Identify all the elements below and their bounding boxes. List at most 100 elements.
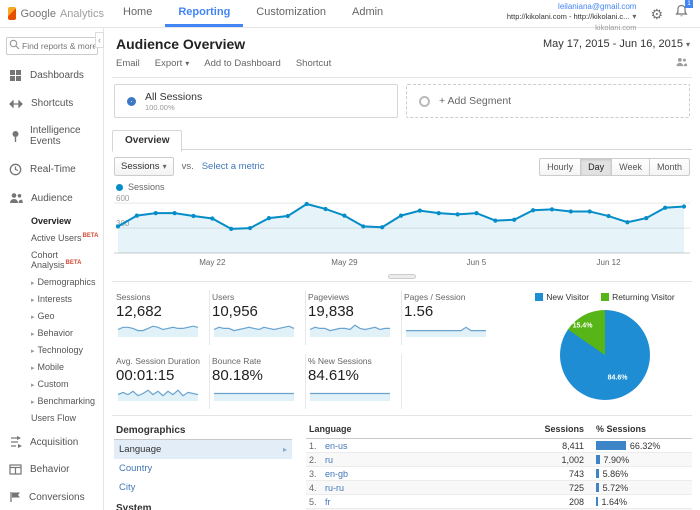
row-rank: 1. (309, 440, 317, 451)
sidebar-collapse-handle[interactable]: ‹ (95, 32, 104, 48)
beta-badge: BETA (65, 259, 82, 266)
metric-card[interactable]: Pageviews 19,838 (306, 290, 402, 345)
row-pct: 5.72% (602, 482, 629, 493)
sidebar-item-acquisition[interactable]: Acquisition (0, 428, 103, 456)
col-language[interactable]: Language (306, 424, 526, 434)
sidebar-item-mobile[interactable]: Mobile (31, 358, 103, 375)
visitor-type-block: New Visitor Returning Visitor 15.4% 84.6… (520, 290, 692, 409)
shortcuts-icon (9, 99, 23, 108)
sidebar-item-conversions[interactable]: Conversions (0, 483, 103, 510)
metric-label: Users (212, 292, 235, 302)
metric-value: 80.18% (212, 367, 263, 384)
sessions-chart[interactable]: 300 600 May 22 May 29 Jun 5 Jun 12 (112, 193, 692, 281)
sidebar-item-behavior[interactable]: Behavior (0, 456, 103, 483)
metric-select-dropdown[interactable]: Sessions (114, 157, 174, 176)
col-sessions[interactable]: Sessions (526, 424, 584, 434)
metric-card[interactable]: Pages / Session 1.56 (402, 290, 498, 345)
sidebar-item-geo[interactable]: Geo (31, 307, 103, 324)
account-switcher[interactable]: leilaniana@gmail.com http://kikolani.com… (507, 0, 637, 32)
metrics-grid: Sessions 12,682 Users 10,956 Pageviews 1… (114, 290, 498, 409)
language-link[interactable]: ru-ru (325, 483, 344, 493)
metric-label: Pages / Session (404, 292, 466, 302)
visitor-type-pie-chart[interactable]: 15.4% 84.6% (560, 310, 650, 400)
granularity-month-button[interactable]: Month (648, 157, 690, 176)
metric-card[interactable]: Users 10,956 (210, 290, 306, 345)
sidebar-item-cohort-analysis[interactable]: Cohort AnalysisBETA (31, 246, 103, 273)
tab-home[interactable]: Home (110, 0, 165, 27)
acquisition-icon (11, 436, 22, 448)
sidebar-item-intelligence-events[interactable]: Intelligence Events (0, 117, 103, 155)
language-link[interactable]: ru (325, 455, 333, 465)
all-sessions-segment[interactable]: All Sessions 100.00% (114, 84, 398, 118)
sidebar-item-interests[interactable]: Interests (31, 290, 103, 307)
granularity-day-button[interactable]: Day (580, 157, 613, 176)
add-segment-button[interactable]: + Add Segment (406, 84, 690, 118)
sidebar-item-active-users[interactable]: Active UsersBETA (31, 229, 103, 246)
sidebar-item-technology[interactable]: Technology (31, 341, 103, 358)
metric-label: % New Sessions (308, 356, 372, 366)
tab-customization[interactable]: Customization (243, 0, 339, 27)
gear-icon[interactable]: ⚙ (650, 7, 663, 21)
menu-header-system: System (114, 497, 292, 510)
sidebar-item-audience[interactable]: Audience (0, 184, 103, 212)
dim-item-language[interactable]: Language (114, 440, 292, 459)
date-range-selector[interactable]: May 17, 2015 - Jun 16, 2015 (543, 38, 690, 50)
metric-value: 10,956 (212, 303, 258, 320)
notifications-button[interactable]: 1 (675, 0, 693, 23)
tab-admin[interactable]: Admin (339, 0, 396, 27)
pct-bar (596, 441, 626, 450)
metric-card[interactable]: Sessions 12,682 (114, 290, 210, 345)
sidebar-item-behavior-sub[interactable]: Behavior (31, 324, 103, 341)
segment-band: All Sessions 100.00% + Add Segment (112, 77, 692, 127)
language-link[interactable]: en-gb (325, 469, 348, 479)
tab-reporting[interactable]: Reporting (165, 0, 244, 27)
sidebar-item-shortcuts[interactable]: Shortcuts (0, 90, 103, 117)
sidebar-item-dashboards[interactable]: Dashboards (0, 61, 103, 90)
metric-card[interactable]: Avg. Session Duration 00:01:15 (114, 354, 210, 409)
granularity-buttons: Hourly Day Week Month (539, 157, 690, 176)
sidebar-item-label: Behavior (30, 464, 70, 475)
row-pct: 1.64% (601, 496, 628, 507)
sidebar-item-custom[interactable]: Custom (31, 375, 103, 392)
metric-sparkline (213, 325, 295, 337)
sidebar-item-real-time[interactable]: Real-Time (0, 155, 103, 184)
metric-sparkline (406, 326, 486, 337)
sessions-line-chart[interactable]: 300600May 22 May 29 Jun 5 Jun 12 (114, 193, 690, 267)
metric-card[interactable]: % New Sessions 84.61% (306, 354, 402, 409)
demographics-section: Demographics Language Country City Syste… (112, 415, 692, 510)
metric-label: Avg. Session Duration (116, 356, 200, 366)
granularity-week-button[interactable]: Week (611, 157, 650, 176)
row-pct: 66.32% (629, 440, 661, 451)
add-to-dashboard-button[interactable]: Add to Dashboard (204, 58, 281, 69)
menu-header-demographics: Demographics (114, 419, 292, 440)
slider-handle[interactable] (388, 274, 416, 279)
metric-sparkline (117, 389, 199, 401)
sidebar-item-users-flow[interactable]: Users Flow (31, 409, 103, 426)
top-navigation: Home Reporting Customization Admin (110, 0, 396, 27)
new-visitor-swatch-icon (535, 293, 544, 301)
col-pct-sessions[interactable]: % Sessions (584, 424, 692, 434)
language-link[interactable]: en-us (325, 441, 348, 451)
export-button[interactable]: Export (155, 58, 189, 69)
shortcut-button[interactable]: Shortcut (296, 58, 331, 69)
sidebar-item-demographics[interactable]: Demographics (31, 273, 103, 290)
row-rank: 5. (309, 496, 317, 507)
sidebar-item-benchmarking[interactable]: Benchmarking (31, 392, 103, 409)
dim-item-country[interactable]: Country (114, 459, 292, 478)
dim-item-city[interactable]: City (114, 478, 292, 497)
metric-label: Sessions (116, 292, 151, 302)
pct-bar (596, 483, 599, 492)
svg-text:May 22: May 22 (199, 258, 226, 267)
select-a-metric-link[interactable]: Select a metric (202, 161, 265, 172)
granularity-hourly-button[interactable]: Hourly (539, 157, 582, 176)
metric-card[interactable]: Bounce Rate 80.18% (210, 354, 306, 409)
language-link[interactable]: fr (325, 497, 331, 507)
sessions-legend-label: Sessions (128, 182, 165, 192)
account-email: leilaniana@gmail.com (558, 2, 637, 11)
tab-overview[interactable]: Overview (112, 130, 183, 152)
brand-analytics: Analytics (59, 7, 104, 20)
brand-google: Google (20, 7, 56, 20)
audience-insights-button[interactable] (675, 57, 688, 70)
email-button[interactable]: Email (116, 58, 140, 69)
sidebar-item-overview[interactable]: Overview (31, 212, 103, 229)
